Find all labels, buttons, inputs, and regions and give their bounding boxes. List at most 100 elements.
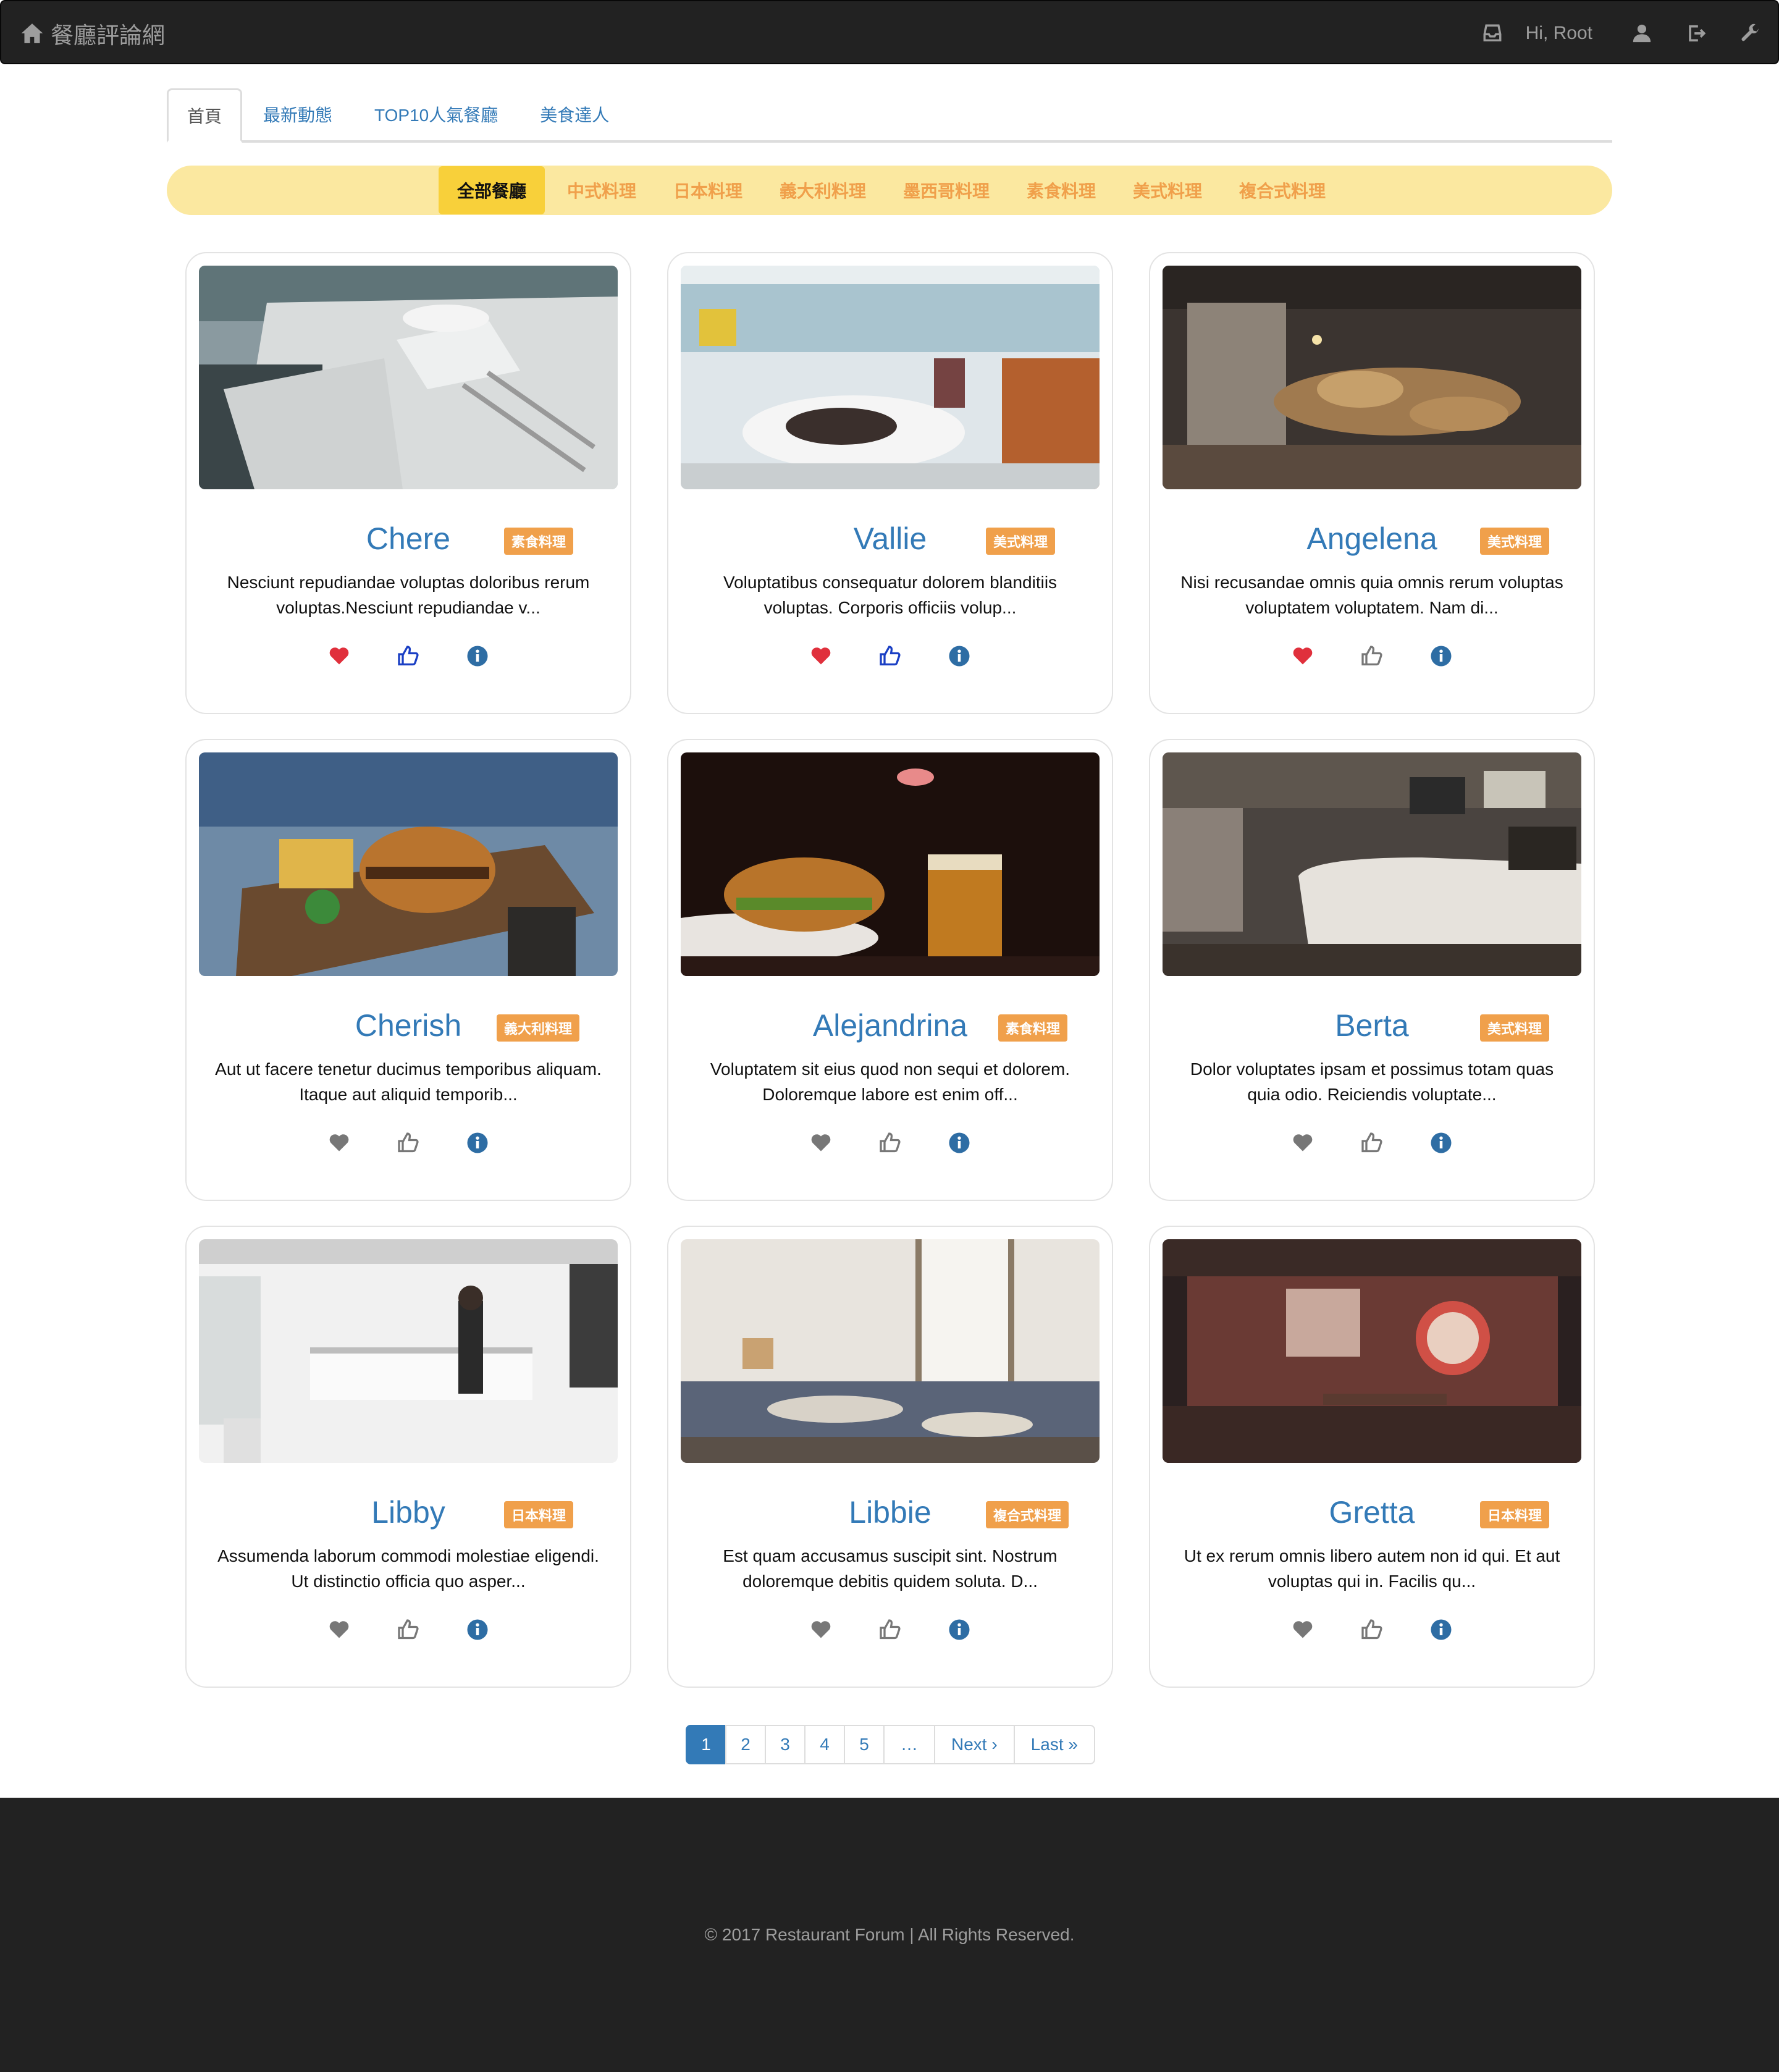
- restaurant-card: Berta 美式料理 Dolor voluptates ipsam et pos…: [1149, 739, 1595, 1201]
- favorite-button[interactable]: [1290, 1131, 1315, 1155]
- restaurant-card: Vallie 美式料理 Voluptatibus consequatur dol…: [667, 252, 1113, 714]
- category-italian[interactable]: 義大利料理: [765, 166, 881, 215]
- like-button[interactable]: [878, 644, 902, 668]
- like-button[interactable]: [396, 1131, 421, 1155]
- page-4-link[interactable]: 4: [804, 1725, 845, 1764]
- thumbs-up-icon: [398, 646, 419, 666]
- restaurant-image[interactable]: [681, 1239, 1100, 1463]
- tab-top10[interactable]: TOP10人氣餐廳: [353, 88, 519, 140]
- user-icon: [1633, 24, 1651, 43]
- restaurant-name[interactable]: Libbie: [849, 1494, 931, 1530]
- info-button[interactable]: [1429, 644, 1453, 668]
- category-fusion[interactable]: 複合式料理: [1224, 166, 1340, 215]
- info-button[interactable]: [465, 1617, 490, 1642]
- thumbs-up-icon: [880, 1132, 901, 1153]
- favorite-button[interactable]: [1290, 644, 1315, 668]
- restaurant-description: Est quam accusamus suscipit sint. Nostru…: [723, 1546, 1058, 1591]
- category-mexican[interactable]: 墨西哥料理: [888, 166, 1004, 215]
- footer: © 2017 Restaurant Forum | All Rights Res…: [0, 1798, 1779, 2072]
- restaurant-name[interactable]: Alejandrina: [813, 1008, 967, 1043]
- brand-link[interactable]: 餐廳評論網: [20, 1, 165, 65]
- info-icon: [1431, 1619, 1452, 1640]
- favorite-button[interactable]: [327, 1617, 351, 1642]
- heart-icon: [811, 1621, 831, 1638]
- category-badge: 美式料理: [1480, 528, 1550, 555]
- info-icon: [467, 1619, 488, 1640]
- restaurant-name[interactable]: Cherish: [355, 1008, 461, 1043]
- heart-icon: [1293, 647, 1313, 665]
- favorite-button[interactable]: [809, 1131, 833, 1155]
- category-filter-bar: 全部餐廳 中式料理 日本料理 義大利料理 墨西哥料理 素食料理 美式料理 複合式…: [167, 166, 1612, 215]
- pagination: 1 2 3 4 5 … Next › Last »: [686, 1725, 1095, 1764]
- last-page-link[interactable]: Last »: [1013, 1725, 1095, 1764]
- restaurant-image[interactable]: [199, 752, 618, 976]
- info-button[interactable]: [947, 644, 972, 668]
- profile-button[interactable]: [1615, 1, 1669, 65]
- info-button[interactable]: [465, 1131, 490, 1155]
- info-button[interactable]: [1429, 1131, 1453, 1155]
- user-greeting[interactable]: Hi, Root: [1520, 23, 1615, 44]
- favorite-button[interactable]: [809, 1617, 833, 1642]
- favorite-button[interactable]: [327, 644, 351, 668]
- info-button[interactable]: [947, 1131, 972, 1155]
- brand-name: 餐廳評論網: [51, 23, 165, 48]
- restaurant-name[interactable]: Vallie: [854, 521, 927, 557]
- category-american[interactable]: 美式料理: [1118, 166, 1217, 215]
- category-chinese[interactable]: 中式料理: [552, 166, 651, 215]
- info-button[interactable]: [947, 1617, 972, 1642]
- restaurant-image[interactable]: [199, 266, 618, 489]
- top-navbar: 餐廳評論網 Hi, Root: [0, 0, 1779, 64]
- restaurant-image[interactable]: [1163, 752, 1581, 976]
- restaurant-name[interactable]: Angelena: [1306, 521, 1437, 557]
- tab-home[interactable]: 首頁: [167, 88, 243, 143]
- restaurant-image[interactable]: [1163, 1239, 1581, 1463]
- category-badge: 日本料理: [504, 1501, 574, 1528]
- like-button[interactable]: [396, 1617, 421, 1642]
- like-button[interactable]: [1360, 1131, 1384, 1155]
- restaurant-description: Voluptatem sit eius quod non sequi et do…: [710, 1059, 1070, 1104]
- page-3-link[interactable]: 3: [765, 1725, 805, 1764]
- tab-feeds[interactable]: 最新動態: [242, 88, 353, 140]
- logout-button[interactable]: [1669, 1, 1723, 65]
- restaurant-image[interactable]: [681, 752, 1100, 976]
- restaurant-name[interactable]: Chere: [366, 521, 450, 557]
- page-1-link[interactable]: 1: [686, 1725, 726, 1764]
- inbox-button[interactable]: [1465, 1, 1520, 65]
- info-icon: [949, 646, 970, 667]
- restaurant-name[interactable]: Gretta: [1329, 1494, 1415, 1530]
- like-button[interactable]: [878, 1131, 902, 1155]
- restaurant-name[interactable]: Berta: [1335, 1008, 1409, 1043]
- copyright-text: © 2017 Restaurant Forum | All Rights Res…: [704, 1925, 1075, 1944]
- info-button[interactable]: [1429, 1617, 1453, 1642]
- restaurant-image[interactable]: [681, 266, 1100, 489]
- thumbs-up-icon: [1361, 1132, 1382, 1153]
- thumbs-up-icon: [1361, 646, 1382, 666]
- like-button[interactable]: [878, 1617, 902, 1642]
- category-badge: 美式料理: [986, 528, 1056, 555]
- restaurant-name[interactable]: Libby: [371, 1494, 445, 1530]
- info-icon: [949, 1132, 970, 1153]
- restaurant-image[interactable]: [199, 1239, 618, 1463]
- like-button[interactable]: [1360, 644, 1384, 668]
- favorite-button[interactable]: [809, 644, 833, 668]
- like-button[interactable]: [396, 644, 421, 668]
- next-page-link[interactable]: Next ›: [934, 1725, 1015, 1764]
- info-button[interactable]: [465, 644, 490, 668]
- restaurant-description: Assumenda laborum commodi molestiae elig…: [217, 1546, 599, 1591]
- info-icon: [467, 1132, 488, 1153]
- page-2-link[interactable]: 2: [725, 1725, 766, 1764]
- restaurant-card: Gretta 日本料理 Ut ex rerum omnis libero aut…: [1149, 1226, 1595, 1688]
- category-japanese[interactable]: 日本料理: [658, 166, 757, 215]
- restaurant-card: Angelena 美式料理 Nisi recusandae omnis quia…: [1149, 252, 1595, 714]
- info-icon: [467, 646, 488, 667]
- category-vegetarian[interactable]: 素食料理: [1012, 166, 1111, 215]
- admin-settings-button[interactable]: [1723, 1, 1778, 65]
- like-button[interactable]: [1360, 1617, 1384, 1642]
- favorite-button[interactable]: [327, 1131, 351, 1155]
- tab-top-users[interactable]: 美食達人: [519, 88, 630, 140]
- favorite-button[interactable]: [1290, 1617, 1315, 1642]
- category-all[interactable]: 全部餐廳: [438, 166, 545, 214]
- heart-icon: [329, 647, 349, 665]
- page-5-link[interactable]: 5: [844, 1725, 885, 1764]
- restaurant-image[interactable]: [1163, 266, 1581, 489]
